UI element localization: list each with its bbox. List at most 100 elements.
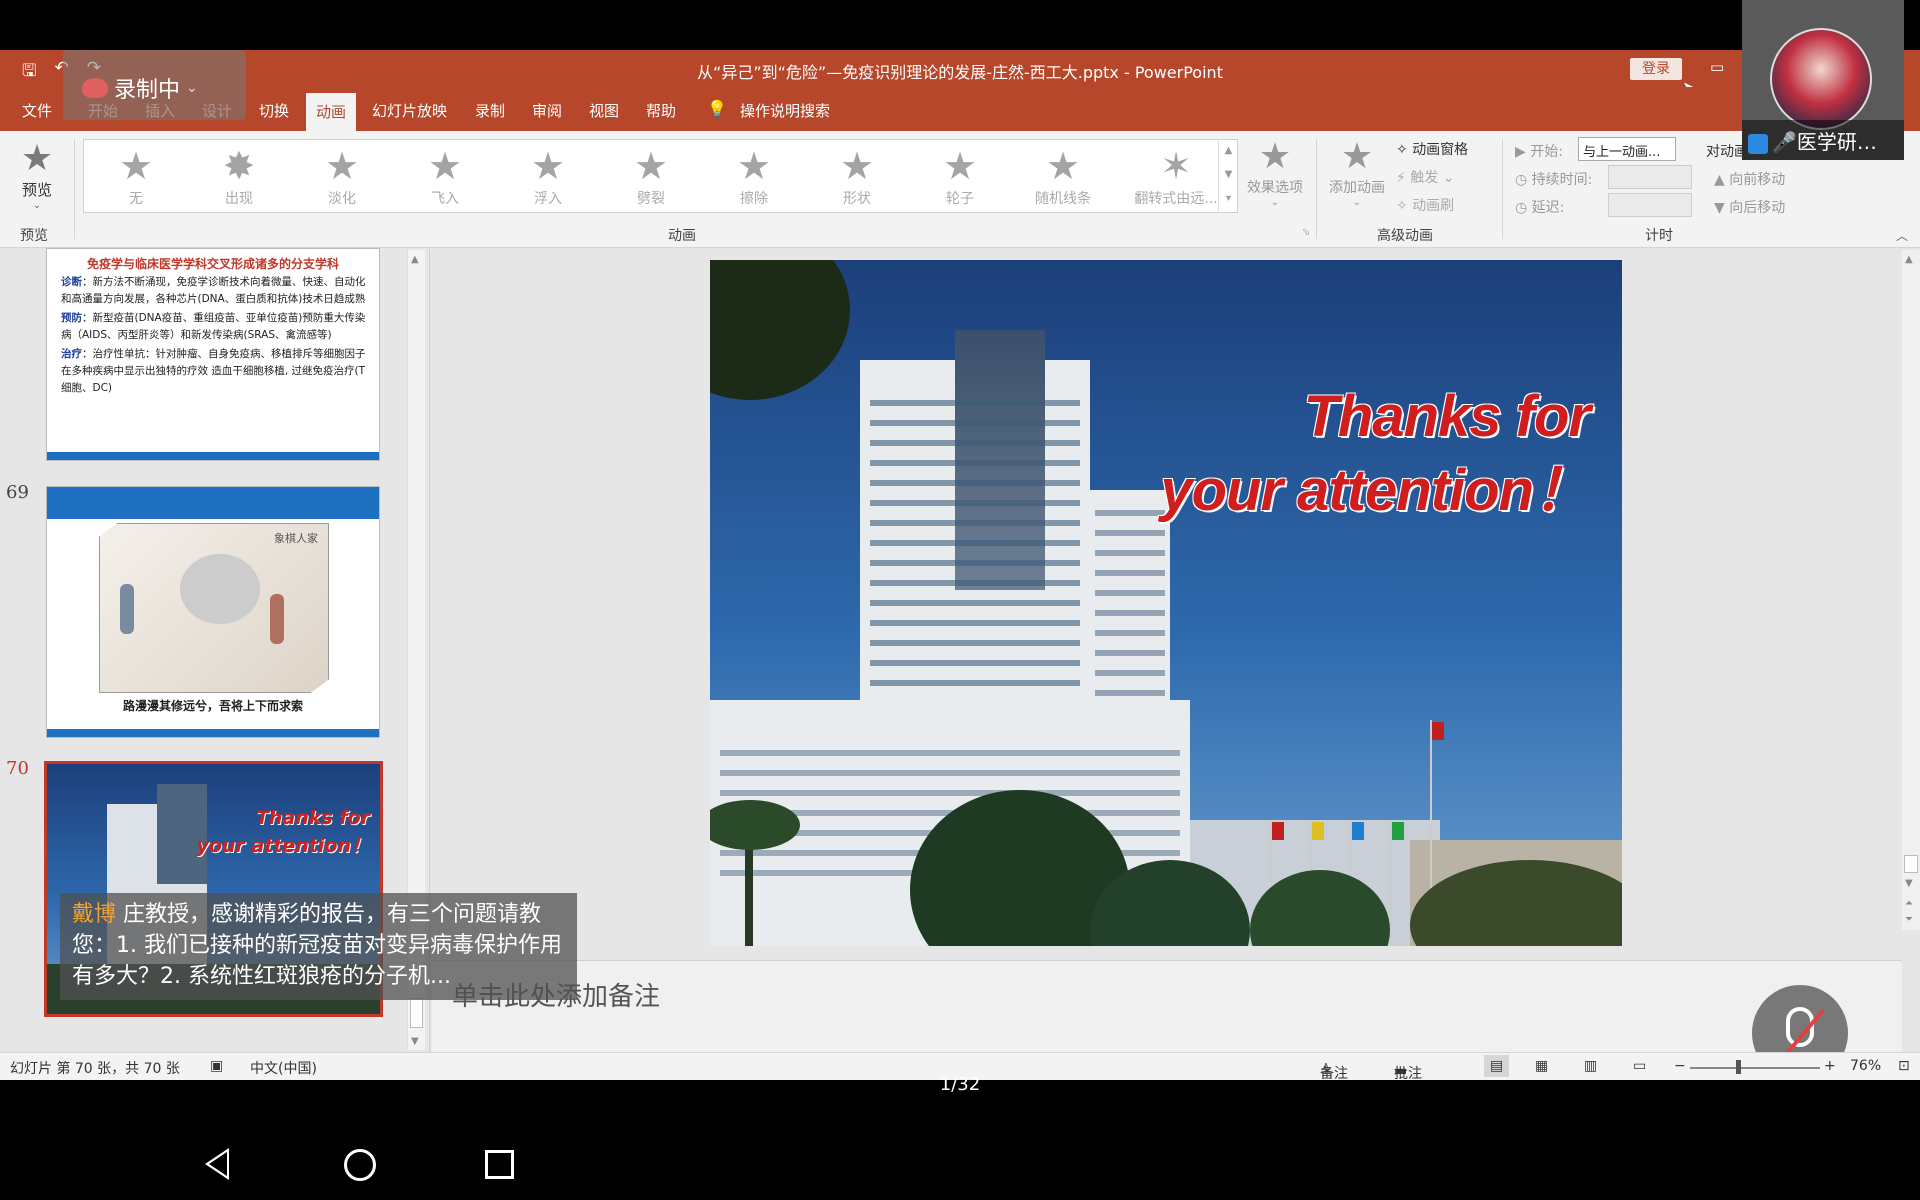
slide-number-70: 70 bbox=[6, 758, 29, 779]
slide-sorter-icon[interactable]: ▦ bbox=[1535, 1058, 1548, 1074]
delay-input[interactable] bbox=[1608, 193, 1692, 217]
bullet-text: ：新方法不断涌现，免疫学诊断技术向着微量、快速、自动化和高通量方向发展，各种芯片… bbox=[61, 276, 366, 305]
chevron-down-icon[interactable]: ▼ bbox=[1219, 163, 1238, 187]
effect-options-button[interactable]: ★ 效果选项 ⌄ bbox=[1240, 136, 1310, 209]
star-icon: ★ bbox=[1258, 136, 1292, 177]
animation-label: 轮子 bbox=[946, 191, 974, 207]
next-slide-icon[interactable]: ⏷ bbox=[1905, 914, 1913, 925]
star-icon: ★ bbox=[324, 144, 360, 188]
tab-transitions[interactable]: 切换 bbox=[259, 100, 289, 121]
chevron-down-icon: ⌄ bbox=[1438, 170, 1455, 186]
ribbon-display-options-icon[interactable]: ▭ bbox=[1710, 58, 1724, 76]
video-name-label: 🎤医学研… bbox=[1742, 120, 1904, 160]
tab-record[interactable]: 录制 bbox=[475, 100, 505, 121]
animation-random-bars[interactable]: ★ 随机线条 bbox=[1013, 144, 1113, 208]
zoom-slider[interactable] bbox=[1690, 1067, 1820, 1069]
seal-text: 象棋人家 bbox=[274, 532, 318, 545]
tab-file[interactable]: 文件 bbox=[22, 100, 52, 121]
separator bbox=[1502, 139, 1503, 239]
zoom-slider-knob[interactable] bbox=[1736, 1060, 1741, 1074]
painter-label: 动画刷 bbox=[1412, 198, 1455, 214]
animation-label: 随机线条 bbox=[1035, 191, 1091, 207]
separator bbox=[74, 139, 75, 239]
thanks-line1: Thanks for bbox=[1303, 384, 1591, 449]
ribbon-tabs: 文件 开始 插入 设计 切换 动画 幻灯片放映 录制 审阅 视图 帮助 操作说明… bbox=[0, 87, 1920, 131]
lightning-icon: ⚡ bbox=[1396, 170, 1411, 186]
clock-icon: ◷ bbox=[1515, 200, 1532, 216]
duration-input[interactable] bbox=[1608, 165, 1692, 189]
tell-me-search[interactable]: 操作说明搜索 bbox=[740, 100, 830, 121]
login-button[interactable]: 登录 bbox=[1630, 58, 1682, 80]
slide-thumbnail-68[interactable]: 免疫学与临床医学学科交叉形成诸多的分支学科 诊断：新方法不断涌现，免疫学诊断技术… bbox=[46, 248, 380, 461]
animation-none[interactable]: ★ 无 bbox=[86, 144, 186, 208]
animation-split[interactable]: ★ 劈裂 bbox=[601, 144, 701, 208]
move-earlier-button[interactable]: ▲ 向前移动 bbox=[1714, 169, 1785, 189]
tab-slideshow[interactable]: 幻灯片放映 bbox=[372, 100, 447, 121]
slideshow-icon[interactable]: ▭ bbox=[1633, 1058, 1646, 1074]
slide-scrollbar[interactable]: ▲ ▼ ⏶ ⏷ bbox=[1902, 250, 1920, 930]
bullet-key: 预防 bbox=[61, 312, 82, 324]
animation-shape[interactable]: ★ 形状 bbox=[807, 144, 907, 208]
chevron-down-icon: ⌄ bbox=[186, 80, 198, 96]
move-later-button[interactable]: ▼ 向后移动 bbox=[1714, 197, 1785, 217]
animation-wheel[interactable]: ★ 轮子 bbox=[910, 144, 1010, 208]
gallery-scroll[interactable]: ▲ ▼ ▾ bbox=[1218, 139, 1238, 213]
chat-message-overlay: 戴博 庄教授，感谢精彩的报告，有三个问题请教您：1. 我们已接种的新冠疫苗对变异… bbox=[60, 893, 577, 1000]
scroll-thumb[interactable] bbox=[1904, 855, 1918, 873]
collapse-ribbon-icon[interactable]: ︿ bbox=[1896, 227, 1908, 244]
group-label-animation: 动画 bbox=[668, 228, 696, 244]
slide-thumbnail-69[interactable]: 象棋人家 路漫漫其修远兮，吾将上下而求索 bbox=[46, 486, 380, 738]
figure-shape bbox=[270, 594, 284, 644]
duration-label-row: ◷ 持续时间: bbox=[1515, 169, 1592, 189]
recent-apps-icon[interactable] bbox=[485, 1150, 514, 1179]
animation-appear[interactable]: ✸ 出现 bbox=[189, 144, 289, 208]
tab-help[interactable]: 帮助 bbox=[646, 100, 676, 121]
chevron-up-icon[interactable]: ▲ bbox=[1219, 139, 1238, 163]
animation-label: 无 bbox=[129, 191, 143, 207]
recording-label: 录制中 bbox=[114, 78, 181, 103]
spellcheck-icon[interactable]: ▣ bbox=[210, 1058, 223, 1074]
animation-float-in[interactable]: ★ 浮入 bbox=[498, 144, 598, 208]
animation-fade[interactable]: ★ 淡化 bbox=[292, 144, 392, 208]
zoom-out-icon[interactable]: − bbox=[1674, 1058, 1686, 1074]
zoom-in-icon[interactable]: + bbox=[1824, 1058, 1836, 1074]
group-label-timing: 计时 bbox=[1645, 228, 1673, 244]
add-animation-button[interactable]: ★ 添加动画 ⌄ bbox=[1322, 137, 1392, 209]
slide-canvas[interactable]: Thanks for your attention！ bbox=[710, 260, 1622, 946]
preview-button[interactable]: ★ 预览 ⌄ bbox=[14, 139, 60, 212]
reading-view-icon[interactable]: ▥ bbox=[1584, 1058, 1597, 1074]
scroll-up-icon[interactable]: ▲ bbox=[1905, 254, 1913, 265]
scroll-up-icon[interactable]: ▲ bbox=[411, 254, 419, 265]
scroll-thumb[interactable] bbox=[410, 998, 423, 1028]
animation-wipe[interactable]: ★ 擦除 bbox=[704, 144, 804, 208]
tab-animations[interactable]: 动画 bbox=[306, 93, 357, 131]
user-icon bbox=[1748, 133, 1768, 154]
animation-label: 淡化 bbox=[328, 191, 356, 207]
trigger-button[interactable]: ⚡ 触发 ⌄ bbox=[1396, 167, 1454, 187]
thumb-bullet: 诊断：新方法不断涌现，免疫学诊断技术向着微量、快速、自动化和高通量方向发展，各种… bbox=[61, 274, 369, 308]
start-select[interactable]: 与上一动画...⌄ bbox=[1578, 137, 1676, 175]
move-earlier-label: 向前移动 bbox=[1729, 172, 1786, 188]
dialog-launcher-icon[interactable]: ⬂ bbox=[1302, 227, 1310, 238]
previous-slide-icon[interactable]: ⏶ bbox=[1905, 898, 1913, 909]
animation-pane-button[interactable]: ✧ 动画窗格 bbox=[1396, 139, 1468, 159]
painter-icon: ✧ bbox=[1396, 198, 1413, 214]
scroll-down-icon[interactable]: ▼ bbox=[411, 1036, 419, 1047]
home-icon[interactable] bbox=[344, 1149, 376, 1181]
star-icon: ★ bbox=[530, 144, 566, 188]
tab-review[interactable]: 审阅 bbox=[532, 100, 562, 121]
tab-view[interactable]: 视图 bbox=[589, 100, 619, 121]
chevron-up-icon: ▲ bbox=[1714, 172, 1730, 188]
animation-fly-in[interactable]: ★ 飞入 bbox=[395, 144, 495, 208]
recording-indicator[interactable]: 录制中 ⌄ bbox=[82, 72, 198, 104]
zoom-level[interactable]: 76% bbox=[1850, 1058, 1881, 1074]
chat-text: 庄教授，感谢精彩的报告，有三个问题请教您：1. 我们已接种的新冠疫苗对变异病毒保… bbox=[72, 902, 562, 989]
star-icon: ★ bbox=[633, 144, 669, 188]
back-icon[interactable] bbox=[205, 1148, 229, 1180]
thumb-footer-bar bbox=[47, 729, 379, 737]
scroll-down-icon[interactable]: ▼ bbox=[1905, 878, 1913, 889]
animation-painter-button[interactable]: ✧ 动画刷 bbox=[1396, 195, 1454, 215]
more-icon[interactable]: ▾ bbox=[1219, 187, 1238, 211]
fit-to-window-icon[interactable]: ⊡ bbox=[1898, 1058, 1910, 1074]
delay-label: 延迟: bbox=[1531, 200, 1565, 216]
